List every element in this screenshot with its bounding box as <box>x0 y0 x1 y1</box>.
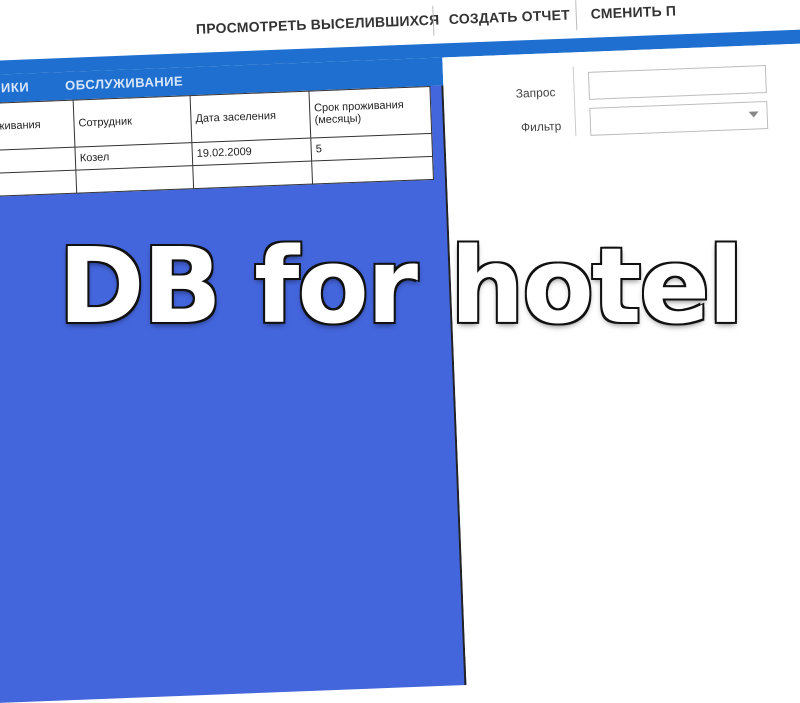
filter-label: Фильтр <box>520 118 562 135</box>
tab-service[interactable]: ОБСЛУЖИВАНИЕ <box>65 73 184 93</box>
menu-view-checked-out[interactable]: ПРОСМОТРЕТЬ ВЫСЕЛИВШИХСЯ <box>196 12 440 37</box>
query-input[interactable] <box>587 65 767 100</box>
data-grid[interactable]: служивания Сотрудник Дата заселения Срок… <box>0 85 467 703</box>
guests-table: служивания Сотрудник Дата заселения Срок… <box>0 85 434 198</box>
filter-separator <box>572 66 577 137</box>
table-cell[interactable] <box>311 156 434 185</box>
chevron-down-icon[interactable] <box>748 111 759 118</box>
menu-separator <box>575 0 578 31</box>
tab-employees[interactable]: НИКИ <box>0 79 29 95</box>
filter-panel: Запрос Фильтр <box>442 42 800 658</box>
query-label: Запрос <box>515 85 556 101</box>
table-cell[interactable] <box>192 161 313 189</box>
column-header-service[interactable]: служивания <box>0 100 75 151</box>
filter-select[interactable] <box>589 101 769 136</box>
overlay-title: DB for hotel <box>58 225 743 347</box>
column-header-stay-duration[interactable]: Срок проживания (месяцы) <box>308 86 432 139</box>
column-header-employee[interactable]: Сотрудник <box>73 95 192 148</box>
table-cell[interactable] <box>0 170 77 197</box>
menu-create-report[interactable]: СОЗДАТЬ ОТЧЕТ <box>448 7 570 28</box>
column-header-checkin-date[interactable]: Дата заселения <box>190 91 311 143</box>
table-cell[interactable] <box>75 165 194 194</box>
menu-change[interactable]: СМЕНИТЬ П <box>590 2 676 21</box>
